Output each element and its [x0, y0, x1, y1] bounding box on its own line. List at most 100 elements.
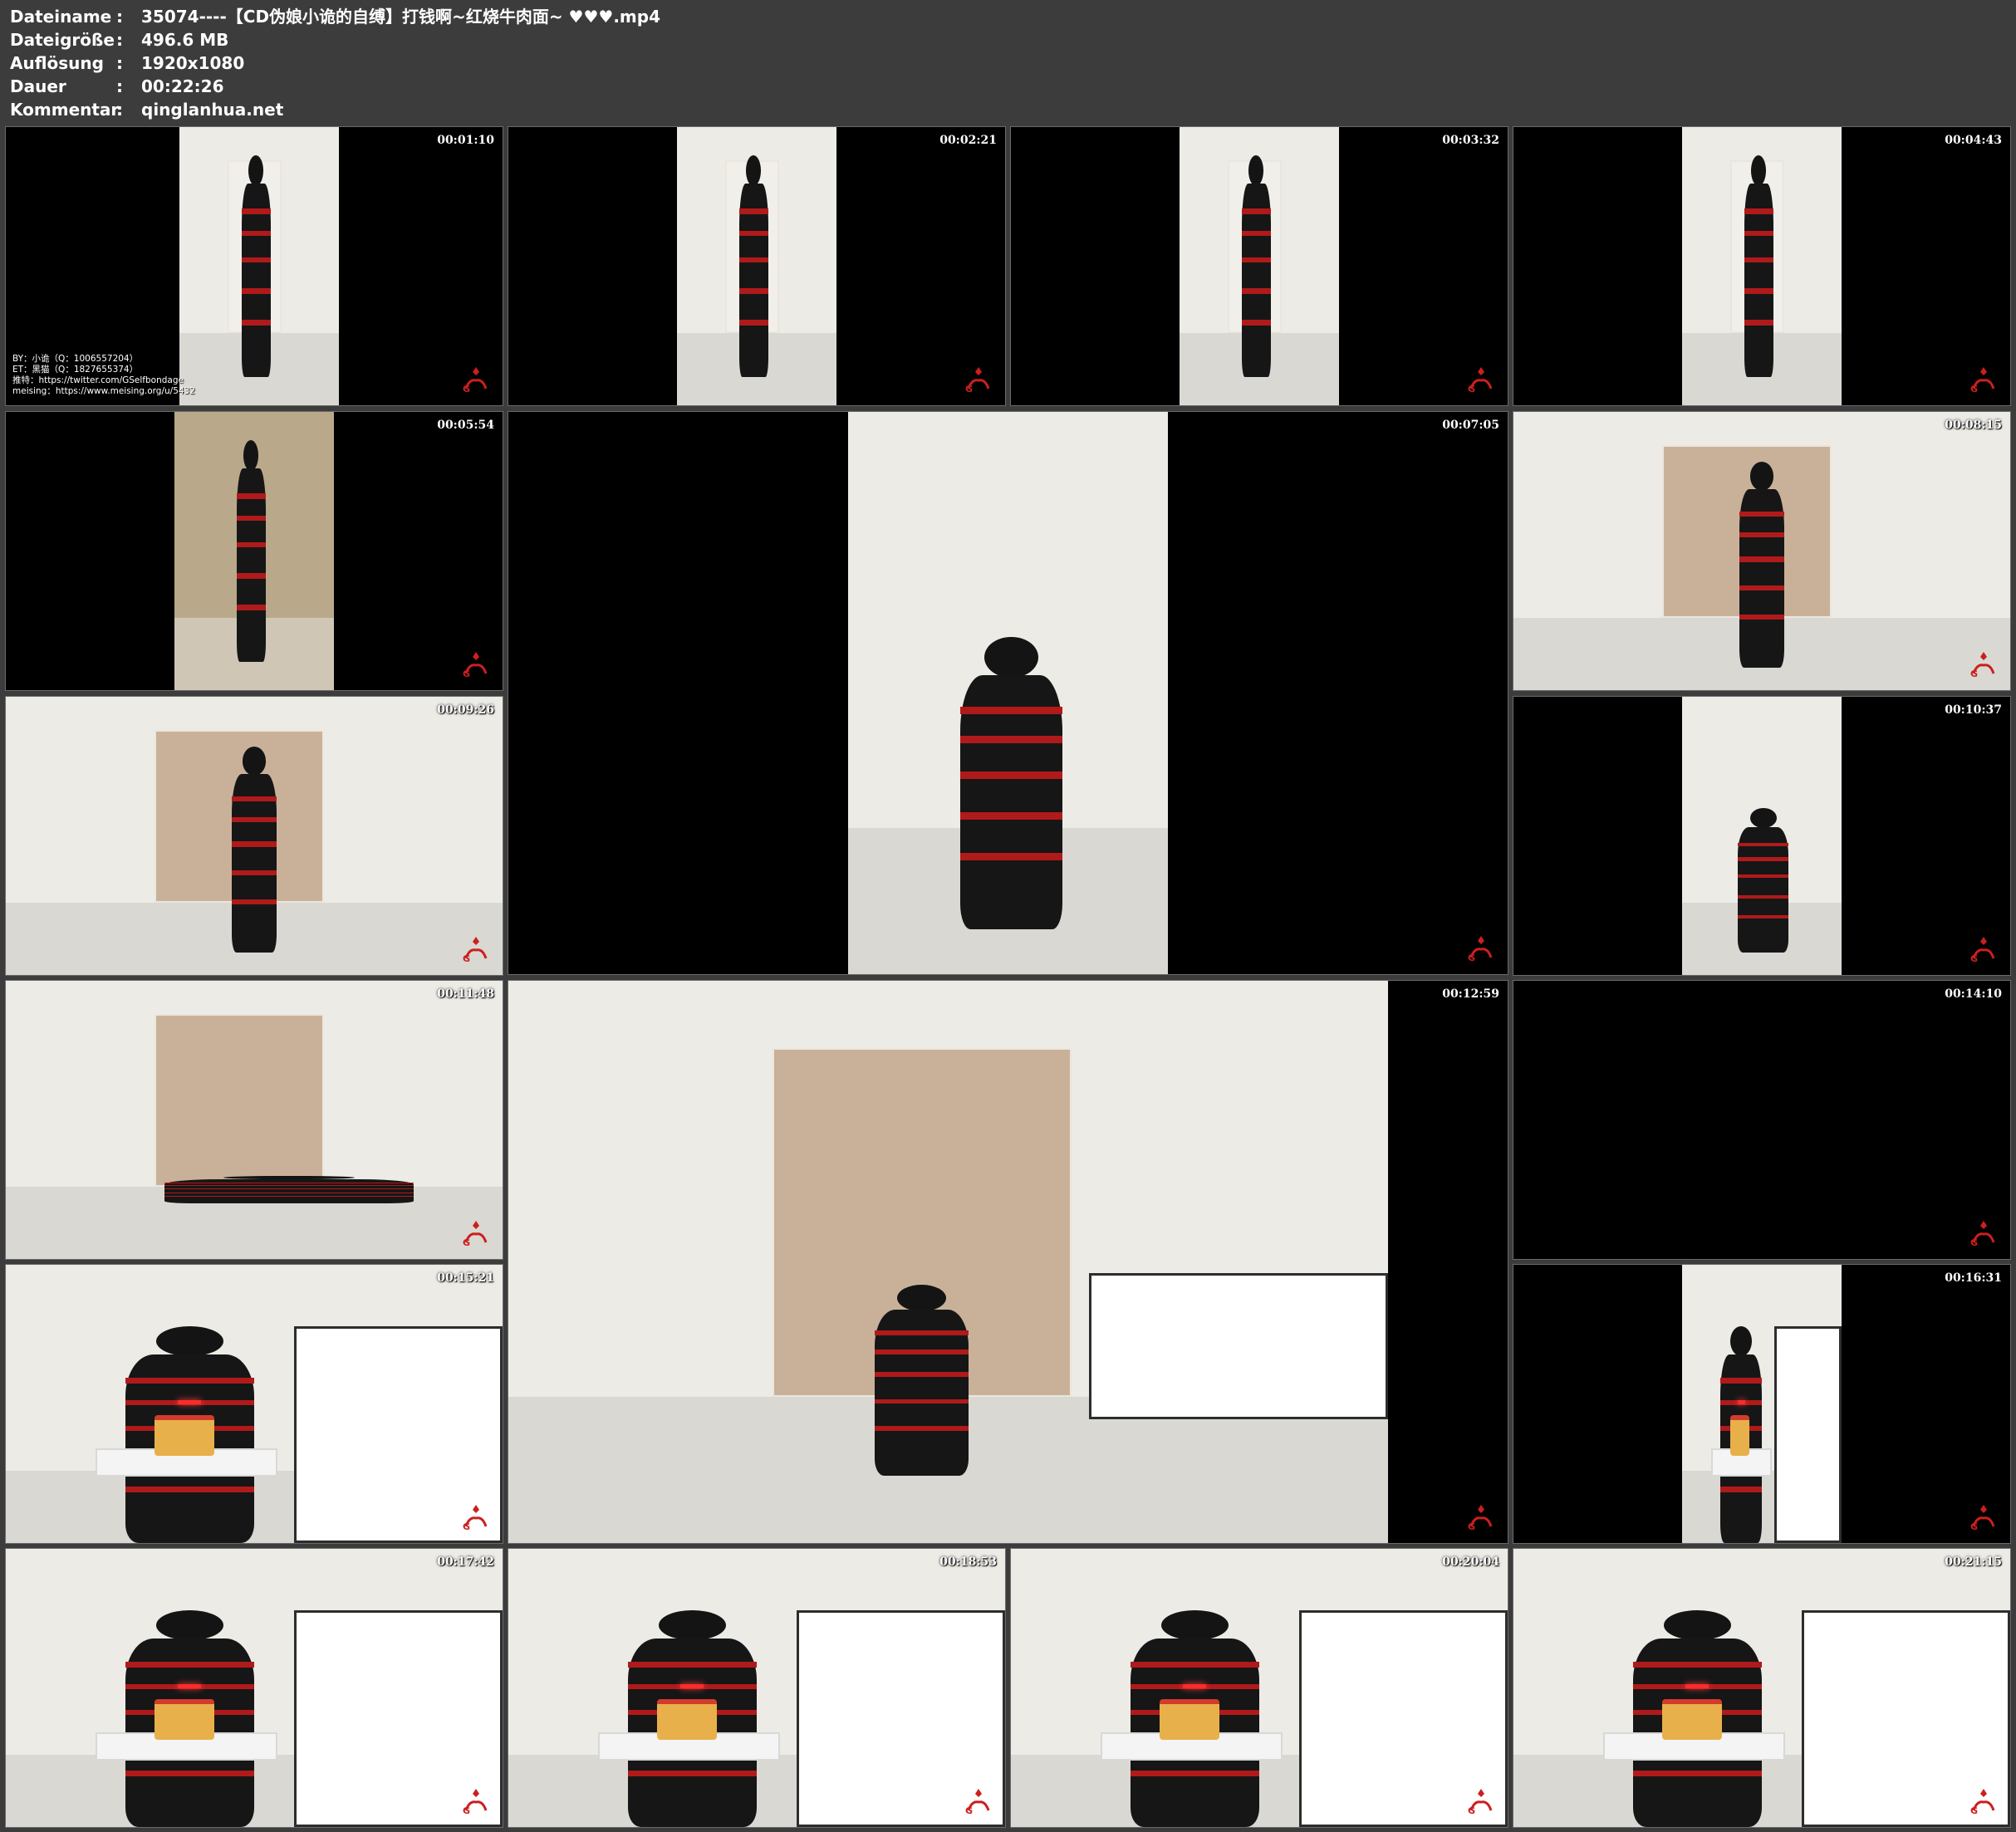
rope-line — [231, 841, 277, 847]
rope-line — [231, 816, 277, 822]
info-label: Dauer — [10, 76, 66, 96]
watermark-logo-icon: G — [463, 652, 488, 678]
credit-line: BY：小诡（Q：1006557204） — [12, 354, 139, 364]
rope-line — [875, 1349, 969, 1354]
video-thumbnail[interactable]: 00:09:26 G — [5, 696, 503, 976]
video-thumbnail[interactable]: 00:21:15 G — [1513, 1548, 2011, 1828]
video-frame-image — [1682, 127, 1842, 405]
video-frame-image — [508, 1549, 1005, 1827]
video-thumbnail[interactable]: 00:02:21 G — [508, 126, 1006, 406]
noodle-cup — [1729, 1414, 1749, 1457]
rope-line — [241, 230, 271, 237]
video-frame-image — [6, 1549, 503, 1827]
rope-line — [1739, 614, 1785, 620]
video-thumbnail[interactable]: 00:07:05 G — [508, 411, 1508, 975]
video-thumbnail[interactable]: 00:18:53 G — [508, 1548, 1006, 1828]
video-frame-image — [174, 412, 334, 690]
info-label: Auflösung — [10, 53, 104, 73]
watermark-logo-icon: G — [965, 1789, 990, 1815]
rope-line — [1130, 1662, 1259, 1668]
rope-line — [627, 1662, 757, 1668]
hood — [1248, 154, 1264, 187]
svg-text:G: G — [463, 1237, 470, 1247]
info-value: 00:22:26 — [141, 76, 224, 96]
noodle-cup — [1160, 1698, 1220, 1741]
hood — [242, 747, 267, 776]
video-thumbnail[interactable]: 00:01:10 G BY：小诡（Q：1006557204） ET：黑猫（Q：1827… — [5, 126, 503, 406]
rope-line — [1720, 1378, 1762, 1384]
person-figure — [1730, 808, 1797, 953]
watermark-logo-icon: G — [1970, 1221, 1995, 1247]
info-label: Dateigröße — [10, 30, 115, 50]
info-value: qinglanhua.net — [141, 100, 284, 120]
rope-line — [959, 771, 1062, 779]
person-figure — [237, 154, 275, 378]
noodle-cup — [1662, 1698, 1723, 1741]
info-colon: : — [116, 30, 123, 50]
svg-text:G: G — [463, 669, 470, 678]
hood — [896, 1284, 947, 1311]
watermark-logo-icon: G — [1970, 1505, 1995, 1531]
hood — [1663, 1609, 1731, 1641]
rope-line — [875, 1425, 969, 1431]
video-thumbnail[interactable]: 00:20:04 G — [1010, 1548, 1508, 1828]
noodle-cup — [657, 1698, 718, 1741]
rope-line — [231, 796, 277, 801]
video-thumbnail[interactable]: 00:08:15 G — [1513, 411, 2011, 691]
timestamp: 00:20:04 — [1442, 1555, 1499, 1569]
led-light — [1183, 1683, 1207, 1688]
video-thumbnail[interactable]: 00:05:54 G — [5, 411, 503, 691]
timestamp: 00:16:31 — [1945, 1271, 2002, 1285]
svg-text:G: G — [463, 384, 470, 394]
rope-line — [1744, 319, 1773, 326]
rope-line — [236, 541, 266, 548]
video-frame-image — [1513, 1549, 2010, 1827]
led-light — [178, 1399, 202, 1404]
svg-text:G: G — [1970, 669, 1978, 678]
rope-line — [959, 707, 1062, 715]
rope-line — [231, 899, 277, 904]
rope-line — [1241, 230, 1271, 237]
credit-line: 推特：https://twitter.com/GSelfbondage — [12, 375, 184, 385]
rope-line — [236, 492, 266, 499]
hood — [248, 154, 264, 187]
video-frame-image — [1011, 1549, 1508, 1827]
info-colon: : — [116, 76, 123, 96]
video-thumbnail[interactable]: 00:03:32 G — [1010, 126, 1508, 406]
video-thumbnail[interactable]: 00:11:48 G — [5, 980, 503, 1260]
svg-text:G: G — [1970, 953, 1978, 963]
rope-line — [1739, 511, 1785, 517]
timestamp: 00:18:53 — [939, 1555, 997, 1569]
svg-text:G: G — [1970, 1237, 1978, 1247]
video-thumbnail[interactable]: 00:15:21 G — [5, 1264, 503, 1544]
svg-text:G: G — [463, 1521, 470, 1531]
rope-line — [164, 1196, 414, 1198]
person-figure — [1739, 154, 1778, 378]
hood — [745, 154, 762, 187]
info-value: 1920x1080 — [141, 53, 245, 73]
info-row-filesize: Dateigröße:496.6 MB — [10, 28, 660, 51]
video-thumbnail[interactable]: 00:14:10 G — [1513, 980, 2011, 1260]
rope-line — [1744, 257, 1773, 263]
rope-line — [959, 736, 1062, 744]
video-thumbnail[interactable]: 00:16:31 G — [1513, 1264, 2011, 1544]
rope-line — [1739, 531, 1785, 537]
hood — [1750, 154, 1767, 187]
watermark-logo-icon: G — [463, 937, 488, 963]
credit-text: BY：小诡（Q：1006557204） ET：黑猫（Q：1827655374） 推特… — [12, 354, 195, 397]
video-thumbnail[interactable]: 00:17:42 G — [5, 1548, 503, 1828]
video-thumbnail[interactable]: 00:10:37 G — [1513, 696, 2011, 976]
timestamp: 00:05:54 — [437, 419, 494, 432]
person-figure — [1237, 154, 1275, 378]
credit-line: meising：https://www.meising.org/u/5432 — [12, 386, 195, 396]
video-frame-image — [6, 981, 503, 1259]
rope-line — [236, 604, 266, 610]
rope-line — [1632, 1771, 1762, 1776]
video-thumbnail[interactable]: 00:04:43 G — [1513, 126, 2011, 406]
timestamp: 00:09:26 — [437, 703, 494, 717]
led-light — [680, 1683, 704, 1688]
svg-text:G: G — [1468, 1805, 1475, 1815]
watermark-logo-icon: G — [1970, 652, 1995, 678]
video-thumbnail[interactable]: 00:12:59 G — [508, 980, 1508, 1544]
rope-line — [241, 208, 271, 214]
